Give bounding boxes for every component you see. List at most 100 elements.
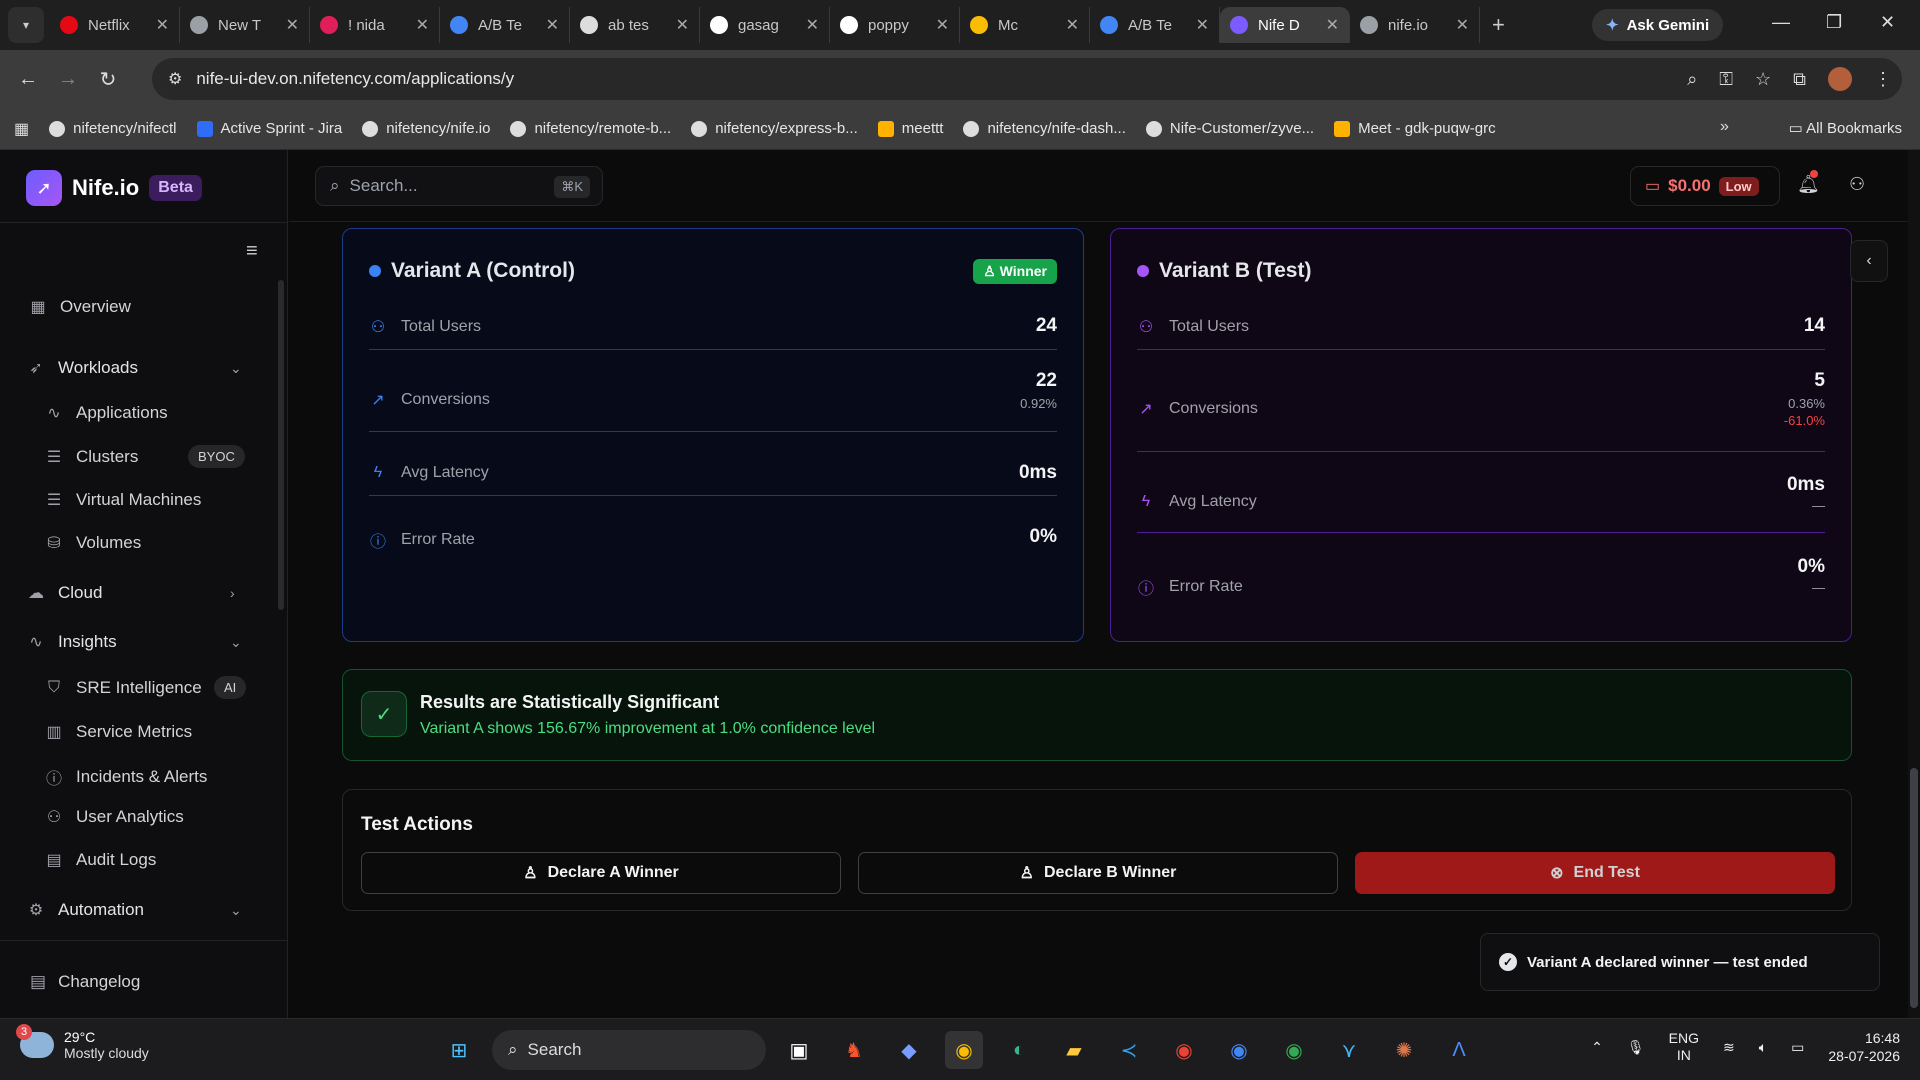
chrome-icon[interactable]: ◉ — [1220, 1031, 1258, 1069]
sidebar-item-volumes[interactable]: ⛁ Volumes — [44, 533, 141, 553]
browser-tab[interactable]: poppy ✕ — [830, 7, 960, 43]
close-tab-icon[interactable]: ✕ — [546, 15, 559, 35]
sidebar-group-insights[interactable]: ∿ Insights ⌄ — [26, 632, 241, 652]
bookmark-item[interactable]: nifetency/remote-b... — [510, 120, 671, 137]
close-tab-icon[interactable]: ✕ — [936, 15, 949, 35]
browser-tab[interactable]: ! nida ✕ — [310, 7, 440, 43]
notifications-bell-icon[interactable]: 🔔︎ — [1797, 170, 1820, 195]
minimize-window-button[interactable]: — — [1772, 12, 1790, 33]
chrome-icon[interactable]: ◉ — [1165, 1031, 1203, 1069]
file-explorer-icon[interactable]: ▰ — [1055, 1031, 1093, 1069]
sidebar-scrollbar[interactable] — [278, 280, 284, 610]
menu-icon[interactable]: ⋮ — [1874, 69, 1892, 90]
password-key-icon[interactable]: ⚿ — [1719, 69, 1733, 90]
sidebar-group-workloads[interactable]: ➶ Workloads ⌄ — [26, 358, 241, 378]
browser-tab[interactable]: gasag ✕ — [700, 7, 830, 43]
zoom-icon[interactable]: ⌕ — [1687, 69, 1697, 90]
close-tab-icon[interactable]: ✕ — [1456, 15, 1469, 35]
bookmark-item[interactable]: nifetency/nifectl — [49, 120, 177, 137]
browser-tab[interactable]: Nife D ✕ — [1220, 7, 1350, 43]
sidebar-item-clusters[interactable]: ☰ Clusters — [44, 447, 139, 467]
sidebar-item-changelog[interactable]: ▤ Changelog — [30, 972, 140, 992]
battery-icon[interactable]: ▭ — [1791, 1039, 1804, 1056]
collapse-panel-button[interactable]: ‹ — [1850, 240, 1888, 282]
close-tab-icon[interactable]: ✕ — [156, 15, 169, 35]
close-tab-icon[interactable]: ✕ — [1326, 15, 1339, 35]
ask-gemini-button[interactable]: ✦ Ask Gemini — [1592, 9, 1724, 41]
browser-tab[interactable]: A/B Te ✕ — [1090, 7, 1220, 43]
sidebar-group-cloud[interactable]: ☁ Cloud › — [26, 583, 235, 603]
taskbar-search[interactable]: ⌕ Search — [492, 1030, 766, 1070]
chrome-icon[interactable]: ◉ — [945, 1031, 983, 1069]
volume-icon[interactable]: 🔈︎ — [1759, 1039, 1767, 1056]
claude-icon[interactable]: ✺ — [1385, 1031, 1423, 1069]
windows-start-icon[interactable]: ⊞ — [440, 1031, 478, 1069]
bookmark-item[interactable]: nifetency/nife.io — [362, 120, 490, 137]
sidebar-item-audit-logs[interactable]: ▤ Audit Logs — [44, 850, 156, 870]
address-bar[interactable]: ⚙ nife-ui-dev.on.nifetency.com/applicati… — [152, 58, 1902, 100]
credit-balance[interactable]: ▭ $0.00 Low — [1630, 166, 1780, 206]
brave-icon[interactable]: ♞ — [835, 1031, 873, 1069]
vscode-icon[interactable]: ≺ — [1110, 1031, 1148, 1069]
browser-tab[interactable]: Mc ✕ — [960, 7, 1090, 43]
restore-window-button[interactable]: ❐ — [1826, 12, 1842, 33]
browser-tab[interactable]: nife.io ✕ — [1350, 7, 1480, 43]
edge-icon[interactable]: ◐ — [1000, 1031, 1038, 1069]
close-window-button[interactable]: ✕ — [1880, 12, 1895, 33]
chevron-up-icon[interactable]: ⌃ — [1591, 1039, 1603, 1056]
chrome-icon[interactable]: ◉ — [1275, 1031, 1313, 1069]
app-icon[interactable]: ⋎ — [1330, 1031, 1368, 1069]
browser-tab[interactable]: Netflix ✕ — [50, 7, 180, 43]
browser-tab[interactable]: New T ✕ — [180, 7, 310, 43]
sidebar-item-service-metrics[interactable]: ▥ Service Metrics — [44, 722, 192, 742]
apps-grid-icon[interactable]: ▦ — [14, 119, 29, 139]
sidebar-item-incidents[interactable]: ⓘ Incidents & Alerts — [44, 765, 207, 789]
sidebar-item-virtual-machines[interactable]: ☰ Virtual Machines — [44, 490, 202, 510]
close-tab-icon[interactable]: ✕ — [806, 15, 819, 35]
reload-icon[interactable]: ↻ — [88, 67, 128, 92]
bookmark-item[interactable]: Nife-Customer/zyve... — [1145, 120, 1314, 137]
user-menu-icon[interactable]: ⚇ — [1849, 174, 1865, 195]
declare-a-winner-button[interactable]: ♙ Declare A Winner — [361, 852, 841, 894]
sidebar-item-sre-intelligence[interactable]: ⛉ SRE Intelligence — [44, 678, 202, 698]
clock[interactable]: 16:48 28-07-2026 — [1828, 1029, 1900, 1065]
wifi-icon[interactable]: ≋ — [1723, 1039, 1735, 1056]
bookmark-item[interactable]: nifetency/express-b... — [691, 120, 858, 137]
close-tab-icon[interactable]: ✕ — [676, 15, 689, 35]
copilot-icon[interactable]: ◆ — [890, 1031, 928, 1069]
sidebar-item-overview[interactable]: ▦ Overview — [28, 297, 130, 317]
bookmark-item[interactable]: nifetency/nife-dash... — [963, 120, 1126, 137]
bookmark-star-icon[interactable]: ☆ — [1755, 69, 1771, 90]
declare-b-winner-button[interactable]: ♙ Declare B Winner — [858, 852, 1338, 894]
page-scrollbar[interactable] — [1908, 150, 1920, 1018]
scrollbar-thumb[interactable] — [1910, 768, 1918, 1008]
close-tab-icon[interactable]: ✕ — [416, 15, 429, 35]
nife-icon[interactable]: Λ — [1440, 1031, 1478, 1069]
bookmark-item[interactable]: Meet - gdk-puqw-grc — [1334, 120, 1496, 137]
task-view-icon[interactable]: ▣ — [780, 1031, 818, 1069]
close-tab-icon[interactable]: ✕ — [286, 15, 299, 35]
weather-widget[interactable]: 3 29°C Mostly cloudy — [16, 1024, 149, 1061]
tab-search-button[interactable]: ▾ — [8, 7, 44, 43]
microphone-icon[interactable]: 🎙︎ — [1627, 1039, 1645, 1056]
close-tab-icon[interactable]: ✕ — [1066, 15, 1079, 35]
extensions-icon[interactable]: ⧉ — [1793, 69, 1806, 90]
sidebar-toggle-icon[interactable]: ≡ — [246, 240, 258, 263]
all-bookmarks-button[interactable]: ▭ All Bookmarks — [1789, 119, 1902, 137]
brand[interactable]: ➚ Nife.io Beta — [26, 170, 202, 206]
bookmark-item[interactable]: meettt — [877, 120, 943, 137]
sidebar-item-user-analytics[interactable]: ⚇ User Analytics — [44, 807, 184, 827]
browser-tab[interactable]: ab tes ✕ — [570, 7, 700, 43]
bookmark-item[interactable]: Active Sprint - Jira — [196, 120, 342, 137]
more-bookmarks-icon[interactable]: » — [1720, 118, 1729, 136]
browser-tab[interactable]: A/B Te ✕ — [440, 7, 570, 43]
back-icon[interactable]: ← — [8, 68, 48, 91]
profile-avatar[interactable] — [1828, 67, 1852, 91]
search-input[interactable]: ⌕ Search... ⌘K — [315, 166, 603, 206]
sidebar-group-automation[interactable]: ⚙ Automation ⌄ — [26, 900, 242, 920]
site-info-icon[interactable]: ⚙ — [168, 69, 182, 89]
language-indicator[interactable]: ENG IN — [1669, 1030, 1699, 1064]
sidebar-item-applications[interactable]: ∿ Applications — [44, 403, 167, 423]
end-test-button[interactable]: ⊗ End Test — [1355, 852, 1835, 894]
new-tab-button[interactable]: + — [1492, 12, 1505, 38]
